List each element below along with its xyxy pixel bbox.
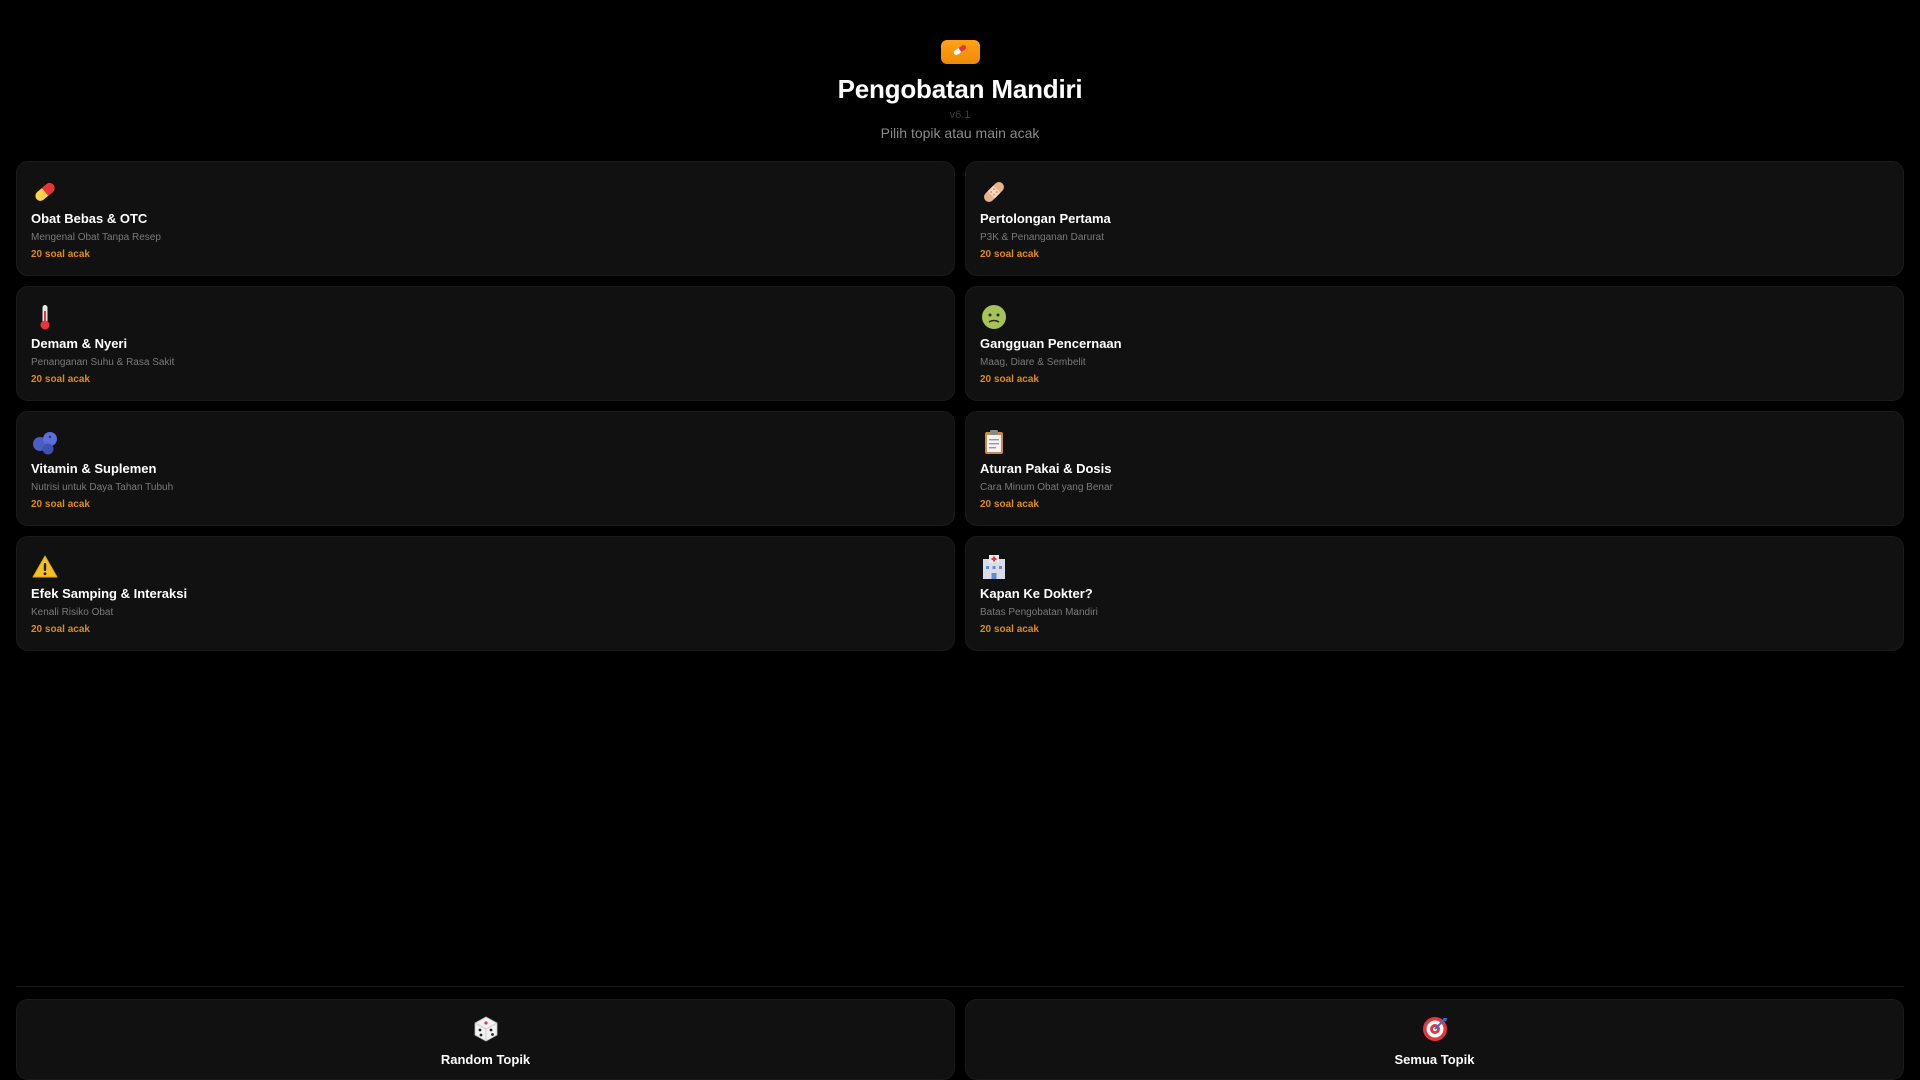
random-topic-label: Random Topik (440, 1052, 531, 1067)
question-count: 20 soal acak (980, 499, 1039, 510)
topic-card-efek-samping[interactable]: Efek Samping & Interaksi Kenali Risiko O… (16, 536, 955, 651)
thermometer-icon (31, 302, 940, 332)
topic-title: Kapan Ke Dokter? (980, 586, 1093, 601)
question-count: 20 soal acak (31, 374, 90, 385)
page-header: Pengobatan Mandiri v6.1 Pilih topik atau… (0, 0, 1920, 141)
footer-divider (16, 986, 1904, 987)
topic-title: Vitamin & Suplemen (31, 461, 157, 476)
page-title: Pengobatan Mandiri (837, 74, 1083, 104)
topic-subtitle: Nutrisi untuk Daya Tahan Tubuh (31, 482, 174, 493)
topic-title: Gangguan Pencernaan (980, 336, 1122, 351)
dice-icon (472, 1015, 500, 1048)
topic-grid: Obat Bebas & OTC Mengenal Obat Tanpa Res… (16, 161, 1904, 651)
topic-card-gangguan-pencernaan[interactable]: Gangguan Pencernaan Maag, Diare & Sembel… (965, 286, 1904, 401)
topic-title: Aturan Pakai & Dosis (980, 461, 1112, 476)
question-count: 20 soal acak (31, 624, 90, 635)
all-topics-label: Semua Topik (1394, 1052, 1475, 1067)
all-topics-button[interactable]: Semua Topik (965, 999, 1904, 1080)
warning-icon (31, 552, 940, 582)
topic-card-kapan-ke-dokter[interactable]: Kapan Ke Dokter? Batas Pengobatan Mandir… (965, 536, 1904, 651)
question-count: 20 soal acak (980, 624, 1039, 635)
topic-card-demam-nyeri[interactable]: Demam & Nyeri Penanganan Suhu & Rasa Sak… (16, 286, 955, 401)
bandage-icon (980, 177, 1889, 207)
question-count: 20 soal acak (980, 249, 1039, 260)
topic-subtitle: Cara Minum Obat yang Benar (980, 482, 1113, 493)
topic-subtitle: Mengenal Obat Tanpa Resep (31, 232, 161, 243)
app-root: Pengobatan Mandiri v6.1 Pilih topik atau… (0, 0, 1920, 1080)
topic-subtitle: Maag, Diare & Sembelit (980, 357, 1086, 368)
random-topic-button[interactable]: Random Topik (16, 999, 955, 1080)
nauseated-face-icon (980, 302, 1889, 332)
topic-subtitle: Batas Pengobatan Mandiri (980, 607, 1098, 618)
topic-card-pertolongan-pertama[interactable]: Pertolongan Pertama P3K & Penanganan Dar… (965, 161, 1904, 276)
pill-icon (952, 43, 968, 61)
topic-card-obat-bebas[interactable]: Obat Bebas & OTC Mengenal Obat Tanpa Res… (16, 161, 955, 276)
topic-subtitle: Kenali Risiko Obat (31, 607, 114, 618)
blueberries-icon (31, 427, 940, 457)
topic-card-vitamin-suplemen[interactable]: Vitamin & Suplemen Nutrisi untuk Daya Ta… (16, 411, 955, 526)
question-count: 20 soal acak (980, 374, 1039, 385)
topic-subtitle: Penanganan Suhu & Rasa Sakit (31, 357, 175, 368)
action-bar: Random Topik Semua Topik (16, 999, 1904, 1080)
question-count: 20 soal acak (31, 249, 90, 260)
topic-title: Pertolongan Pertama (980, 211, 1111, 226)
app-logo (940, 40, 980, 64)
topic-title: Obat Bebas & OTC (31, 211, 148, 226)
topic-title: Efek Samping & Interaksi (31, 586, 188, 601)
app-version: v6.1 (949, 109, 971, 121)
topic-card-aturan-pakai[interactable]: Aturan Pakai & Dosis Cara Minum Obat yan… (965, 411, 1904, 526)
hospital-icon (980, 552, 1889, 582)
page-subtitle: Pilih topik atau main acak (880, 125, 1040, 141)
pill-icon (31, 177, 940, 207)
target-icon (1421, 1015, 1449, 1048)
clipboard-icon (980, 427, 1889, 457)
question-count: 20 soal acak (31, 499, 90, 510)
topic-subtitle: P3K & Penanganan Darurat (980, 232, 1104, 243)
topic-title: Demam & Nyeri (31, 336, 128, 351)
